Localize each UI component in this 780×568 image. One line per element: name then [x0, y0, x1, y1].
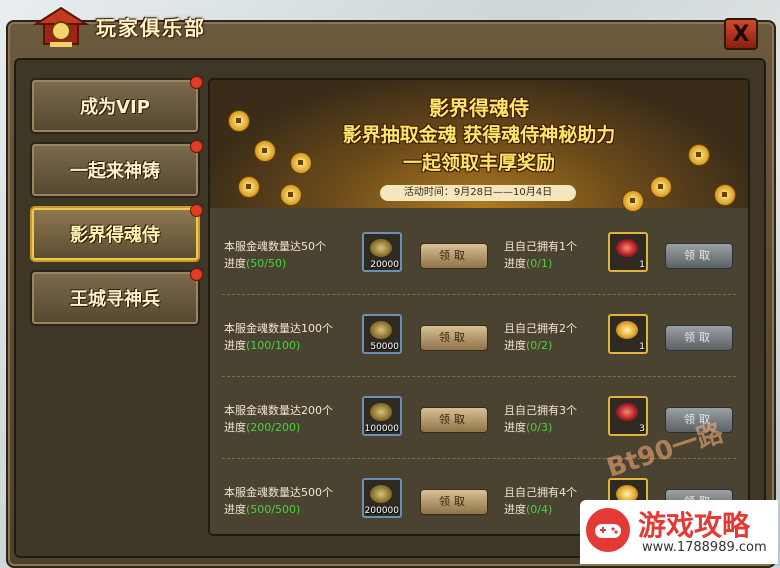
close-button[interactable]: X: [724, 18, 758, 50]
own-progress-text: 进度(0/3): [504, 421, 553, 434]
own-requirement-text: 且自己拥有4个: [504, 486, 577, 499]
site-url: www.1788989.com: [642, 540, 767, 555]
own-progress-value: (0/1): [526, 257, 553, 270]
requirement-text: 本服金魂数量达200个: [224, 404, 333, 417]
coin-icon: [622, 190, 644, 212]
own-progress-text: 进度(0/1): [504, 257, 553, 270]
claim-button[interactable]: 领取: [420, 243, 488, 269]
reward-count: 50000: [370, 342, 399, 352]
event-time: 活动时间：9月28日——10月4日: [380, 185, 576, 201]
progress-text: 进度(100/100): [224, 339, 301, 352]
pouch-icon: [616, 403, 638, 421]
gold-bag-icon: [616, 321, 638, 339]
gold-soul-icon: [370, 403, 392, 421]
reward-count: 100000: [364, 424, 399, 434]
coin-icon: [714, 184, 736, 206]
reward-row: 本服金魂数量达50个 进度(50/50) 20000 领取 且自己拥有1个 进度…: [210, 214, 748, 296]
club-logo: [30, 2, 92, 48]
progress-value: (200/200): [246, 421, 301, 434]
gold-soul-reward[interactable]: 200000: [362, 478, 402, 518]
tab-forge[interactable]: 一起来神铸: [30, 140, 203, 198]
tab-vip[interactable]: 成为VIP: [30, 76, 203, 134]
pouch-icon: [616, 239, 638, 257]
tab-label: 王城寻神兵: [70, 289, 160, 310]
bonus-reward[interactable]: 1: [608, 232, 648, 272]
event-content: 影界得魂侍 影界抽取金魂 获得魂侍神秘助力 一起领取丰厚奖励 活动时间：9月28…: [208, 78, 750, 536]
own-requirement-text: 且自己拥有2个: [504, 322, 577, 335]
requirement-text: 本服金魂数量达100个: [224, 322, 333, 335]
banner-line1: 影界抽取金魂 获得魂侍神秘助力: [342, 124, 616, 146]
own-progress-value: (0/3): [526, 421, 553, 434]
progress-value: (500/500): [246, 503, 301, 516]
progress-text: 进度(500/500): [224, 503, 301, 516]
gold-soul-reward[interactable]: 50000: [362, 314, 402, 354]
notification-dot: [190, 204, 203, 217]
tab-soul-spirit[interactable]: 影界得魂侍: [30, 204, 203, 262]
reward-count: 1: [639, 342, 645, 352]
gold-soul-icon: [370, 239, 392, 257]
site-name: 游戏攻略: [638, 509, 751, 542]
reward-count: 3: [639, 424, 645, 434]
notification-dot: [190, 76, 203, 89]
tab-label: 一起来神铸: [70, 161, 160, 182]
claim-button-disabled[interactable]: 领取: [665, 325, 733, 351]
progress-text: 进度(200/200): [224, 421, 301, 434]
window-title: 玩家俱乐部: [96, 16, 206, 40]
claim-button[interactable]: 领取: [420, 489, 488, 515]
reward-count: 20000: [370, 260, 399, 270]
reward-count: 1: [639, 260, 645, 270]
progress-value: (50/50): [246, 257, 287, 270]
tab-label: 成为VIP: [80, 97, 150, 118]
notification-dot: [190, 140, 203, 153]
own-requirement-text: 且自己拥有1个: [504, 240, 577, 253]
claim-button[interactable]: 领取: [420, 325, 488, 351]
divider: [222, 376, 736, 377]
divider: [222, 294, 736, 295]
claim-button[interactable]: 领取: [420, 407, 488, 433]
progress-text: 进度(50/50): [224, 257, 287, 270]
gold-soul-reward[interactable]: 100000: [362, 396, 402, 436]
gamepad-icon: [586, 508, 630, 552]
coin-icon: [238, 176, 260, 198]
bonus-reward[interactable]: 3: [608, 396, 648, 436]
reward-row: 本服金魂数量达100个 进度(100/100) 50000 领取 且自己拥有2个…: [210, 296, 748, 378]
tab-label: 影界得魂侍: [70, 225, 160, 246]
tab-divine-weapon[interactable]: 王城寻神兵: [30, 268, 203, 326]
banner-title: 影界得魂侍: [429, 96, 529, 120]
gold-soul-icon: [370, 321, 392, 339]
own-progress-text: 进度(0/2): [504, 339, 553, 352]
site-watermark: 游戏攻略 www.1788989.com: [580, 500, 778, 564]
gold-soul-icon: [370, 485, 392, 503]
own-progress-text: 进度(0/4): [504, 503, 553, 516]
bonus-reward[interactable]: 1: [608, 314, 648, 354]
progress-value: (100/100): [246, 339, 301, 352]
gold-soul-reward[interactable]: 20000: [362, 232, 402, 272]
requirement-text: 本服金魂数量达500个: [224, 486, 333, 499]
event-banner: 影界得魂侍 影界抽取金魂 获得魂侍神秘助力 一起领取丰厚奖励 活动时间：9月28…: [210, 80, 748, 212]
own-requirement-text: 且自己拥有3个: [504, 404, 577, 417]
own-progress-value: (0/4): [526, 503, 553, 516]
notification-dot: [190, 268, 203, 281]
close-icon: X: [732, 21, 750, 47]
requirement-text: 本服金魂数量达50个: [224, 240, 326, 253]
tab-list: 成为VIP 一起来神铸 影界得魂侍 王城寻神兵: [30, 76, 203, 334]
coin-icon: [650, 176, 672, 198]
banner-line2: 一起领取丰厚奖励: [402, 152, 555, 174]
claim-button-disabled[interactable]: 领取: [665, 243, 733, 269]
reward-count: 200000: [364, 506, 399, 516]
coin-icon: [280, 184, 302, 206]
own-progress-value: (0/2): [526, 339, 553, 352]
